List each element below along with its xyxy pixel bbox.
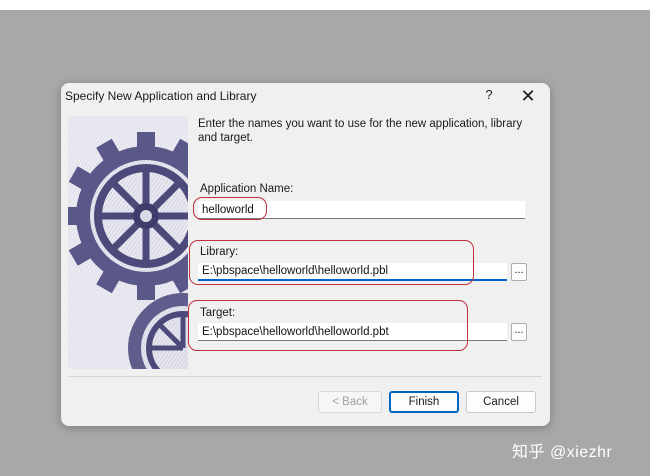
library-browse-button[interactable]: ... — [511, 263, 527, 281]
cancel-button[interactable]: Cancel — [466, 391, 536, 413]
target-label: Target: — [200, 307, 236, 319]
finish-button[interactable]: Finish — [389, 391, 459, 413]
application-name-label: Application Name: — [200, 183, 294, 195]
close-button[interactable]: ✕ — [516, 85, 540, 107]
watermark: 知乎 @xiezhr — [512, 444, 613, 461]
back-button[interactable]: < Back — [318, 391, 382, 413]
gear-illustration — [68, 116, 188, 369]
library-input[interactable] — [198, 263, 507, 281]
new-application-dialog: Specify New Application and Library ? ✕ — [61, 83, 550, 426]
separator — [68, 376, 542, 377]
gears-icon — [68, 116, 188, 369]
target-input[interactable] — [198, 323, 507, 341]
intro-text: Enter the names you want to use for the … — [198, 118, 523, 144]
application-name-input[interactable] — [198, 201, 525, 219]
help-button[interactable]: ? — [479, 87, 499, 105]
dialog-title: Specify New Application and Library — [65, 89, 257, 103]
target-browse-button[interactable]: ... — [511, 323, 527, 341]
library-label: Library: — [200, 246, 239, 258]
